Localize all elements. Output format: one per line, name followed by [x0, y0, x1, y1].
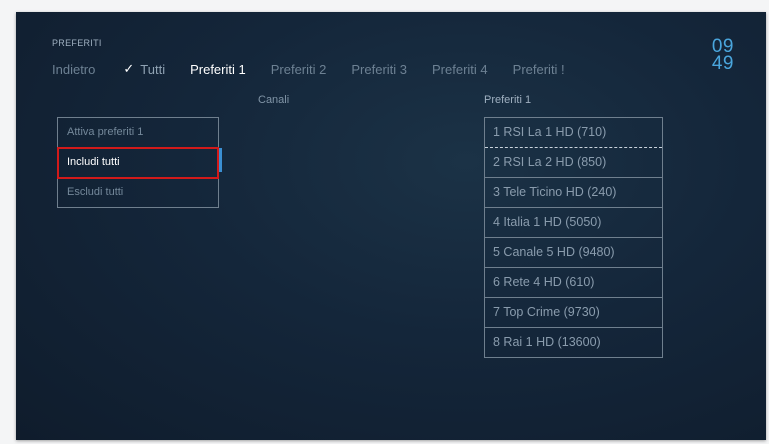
tab-all[interactable]: ✓ Tutti	[123, 61, 165, 77]
checkmark-icon: ✓	[123, 61, 135, 76]
tab-favorites-2[interactable]: Preferiti 2	[271, 62, 327, 77]
channel-item[interactable]: 2 RSI La 2 HD (850)	[485, 148, 662, 178]
tab-favorites-4[interactable]: Preferiti 4	[432, 62, 488, 77]
tv-screen: PREFERITI Indietro ✓ Tutti Preferiti 1 P…	[16, 12, 766, 440]
include-all-option[interactable]: Includi tutti	[57, 147, 219, 179]
favorites-channel-list: 1 RSI La 1 HD (710) 2 RSI La 2 HD (850) …	[484, 117, 663, 358]
breadcrumb: PREFERITI	[52, 38, 102, 48]
channel-item[interactable]: 4 Italia 1 HD (5050)	[485, 208, 662, 238]
tab-favorites-3[interactable]: Preferiti 3	[351, 62, 407, 77]
channels-column-title: Canali	[258, 94, 290, 106]
channel-item[interactable]: 8 Rai 1 HD (13600)	[485, 328, 662, 357]
tab-favorites-5[interactable]: Preferiti !	[513, 62, 573, 77]
exclude-all-option[interactable]: Escludi tutti	[58, 178, 218, 207]
clock-minutes: 49	[711, 53, 734, 74]
tab-all-label: Tutti	[140, 61, 166, 77]
clock: 09 49	[711, 37, 734, 74]
tab-back[interactable]: Indietro	[52, 62, 95, 77]
tab-bar: Indietro ✓ Tutti Preferiti 1 Preferiti 2…	[52, 59, 573, 79]
options-menu: Attiva preferiti 1 Includi tutti Escludi…	[57, 117, 219, 208]
selection-indicator	[219, 148, 222, 172]
favorites-column-title: Preferiti 1	[484, 94, 532, 106]
channel-item[interactable]: 1 RSI La 1 HD (710)	[485, 118, 662, 148]
channel-item[interactable]: 5 Canale 5 HD (9480)	[485, 238, 662, 268]
channel-item[interactable]: 7 Top Crime (9730)	[485, 298, 662, 328]
tab-favorites-1[interactable]: Preferiti 1	[190, 62, 246, 77]
channel-item[interactable]: 6 Rete 4 HD (610)	[485, 268, 662, 298]
enable-favorites-option[interactable]: Attiva preferiti 1	[58, 118, 218, 148]
channel-item[interactable]: 3 Tele Ticino HD (240)	[485, 178, 662, 208]
